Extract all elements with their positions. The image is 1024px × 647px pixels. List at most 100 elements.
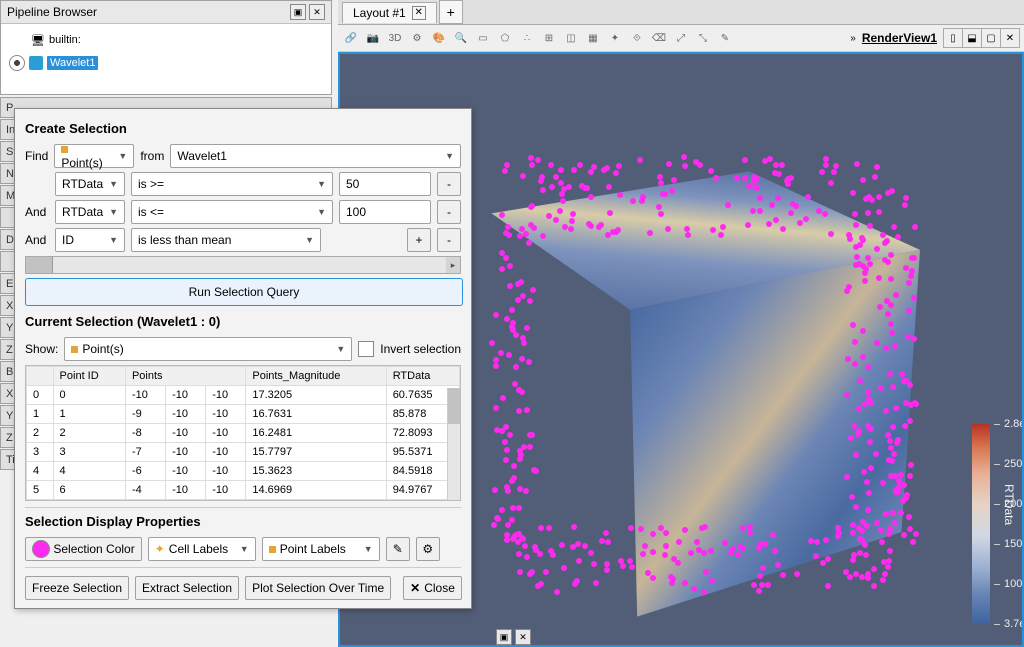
- freeze-selection-button[interactable]: Freeze Selection: [25, 576, 129, 600]
- from-source-combo[interactable]: Wavelet1▼: [170, 144, 461, 168]
- value-input[interactable]: 50: [339, 172, 431, 196]
- split-v-icon[interactable]: ⬓: [962, 29, 981, 47]
- adjust-icon[interactable]: ⚙: [408, 29, 426, 47]
- selection-point: [571, 524, 577, 530]
- sel-block-icon[interactable]: ▦: [584, 29, 602, 47]
- sel-cells-icon[interactable]: ⊞: [540, 29, 558, 47]
- zoom-icon[interactable]: 🔍: [452, 29, 470, 47]
- selection-point: [526, 359, 532, 365]
- tab-close-icon[interactable]: ✕: [412, 6, 426, 20]
- selection-point: [908, 462, 914, 468]
- table-row[interactable]: 56-4-10-1014.696994.9767: [27, 481, 460, 500]
- selection-point: [575, 541, 581, 547]
- selection-point: [509, 517, 515, 523]
- table-row[interactable]: 11-9-10-1016.763185.878: [27, 405, 460, 424]
- selection-point: [864, 479, 870, 485]
- col-points[interactable]: Points: [125, 367, 245, 386]
- remove-row-button[interactable]: -: [437, 172, 461, 196]
- remove-row-button[interactable]: -: [437, 200, 461, 224]
- sel-interactive-icon[interactable]: ✦: [606, 29, 624, 47]
- table-row[interactable]: 22-8-10-1016.248172.8093: [27, 424, 460, 443]
- selection-point: [873, 451, 879, 457]
- selection-point: [788, 210, 794, 216]
- maximize-icon[interactable]: ▢: [981, 29, 1000, 47]
- label-font-button[interactable]: ✎: [386, 537, 410, 561]
- table-row[interactable]: 33-7-10-1015.779795.5371: [27, 443, 460, 462]
- close-icon[interactable]: ✕: [309, 4, 325, 20]
- status-icon[interactable]: ▣: [496, 629, 512, 645]
- selection-point: [891, 451, 897, 457]
- cell-labels-combo[interactable]: ✦Cell Labels▼: [148, 537, 256, 561]
- sel-rect-icon[interactable]: ▭: [474, 29, 492, 47]
- field-combo[interactable]: RTData▼: [55, 172, 125, 196]
- col-rtdata[interactable]: RTData: [386, 367, 459, 386]
- selection-point: [756, 545, 762, 551]
- selection-point: [663, 543, 669, 549]
- selection-point: [853, 452, 859, 458]
- link-icon[interactable]: 🔗: [342, 29, 360, 47]
- field-combo[interactable]: RTData▼: [55, 200, 125, 224]
- sel-grow-icon[interactable]: ⤢: [672, 29, 690, 47]
- selection-point: [899, 371, 905, 377]
- selection-point: [517, 569, 523, 575]
- selection-point: [688, 550, 694, 556]
- selection-point: [895, 234, 901, 240]
- value-input[interactable]: 100: [339, 200, 431, 224]
- sel-frustum-icon[interactable]: ◫: [562, 29, 580, 47]
- v-scrollbar[interactable]: [447, 388, 460, 500]
- add-row-button[interactable]: +: [407, 228, 431, 252]
- wand-icon[interactable]: ✎: [716, 29, 734, 47]
- label-settings-button[interactable]: ⚙: [416, 537, 440, 561]
- selection-point: [867, 439, 873, 445]
- remove-row-button[interactable]: -: [437, 228, 461, 252]
- h-scrollbar[interactable]: ◂▸: [25, 256, 461, 274]
- table-row[interactable]: 44-6-10-1015.362384.5918: [27, 462, 460, 481]
- col-index[interactable]: [27, 367, 54, 386]
- table-row[interactable]: 00-10-10-1017.320560.7635: [27, 386, 460, 405]
- visibility-eye-icon[interactable]: [9, 55, 25, 71]
- mode-3d-button[interactable]: 3D: [386, 29, 404, 47]
- run-selection-query-button[interactable]: Run Selection Query: [25, 278, 463, 306]
- selection-point: [663, 530, 669, 536]
- selection-color-button[interactable]: Selection Color: [25, 537, 142, 561]
- col-mag[interactable]: Points_Magnitude: [246, 367, 386, 386]
- render-view-name[interactable]: RenderView1: [862, 31, 937, 45]
- layout-tab[interactable]: Layout #1 ✕: [342, 2, 437, 23]
- camera-icon[interactable]: 📷: [364, 29, 382, 47]
- close-button[interactable]: ✕Close: [403, 576, 462, 600]
- selection-point: [493, 405, 499, 411]
- selection-point: [524, 554, 530, 560]
- close-view-icon[interactable]: ✕: [1000, 29, 1019, 47]
- selection-table[interactable]: Point ID Points Points_Magnitude RTData …: [25, 365, 461, 501]
- pipeline-browser-panel: Pipeline Browser ▣ ✕ 🖥 builtin: Wavelet1: [0, 0, 332, 95]
- color-legend[interactable]: 2.8e+02 250 200 150 100 3.7e+01: [972, 424, 990, 624]
- palette-icon[interactable]: 🎨: [430, 29, 448, 47]
- selection-point: [860, 354, 866, 360]
- pipeline-root[interactable]: 🖥 builtin:: [9, 30, 323, 50]
- status-close-icon[interactable]: ✕: [515, 629, 531, 645]
- col-point-id[interactable]: Point ID: [53, 367, 125, 386]
- op-combo[interactable]: is less than mean▼: [131, 228, 321, 252]
- selection-point: [513, 364, 519, 370]
- op-combo[interactable]: is <=▼: [131, 200, 333, 224]
- find-type-combo[interactable]: Point(s)▼: [54, 144, 134, 168]
- pipeline-item-wavelet[interactable]: Wavelet1: [9, 53, 323, 73]
- op-combo[interactable]: is >=▼: [131, 172, 333, 196]
- selection-point: [535, 157, 541, 163]
- sel-clear-icon[interactable]: ⌫: [650, 29, 668, 47]
- point-labels-combo[interactable]: Point Labels▼: [262, 537, 380, 561]
- sel-shrink-icon[interactable]: ⤡: [694, 29, 712, 47]
- extract-selection-button[interactable]: Extract Selection: [135, 576, 239, 600]
- sel-hover-icon[interactable]: ⟐: [628, 29, 646, 47]
- split-h-icon[interactable]: ▯: [944, 29, 962, 47]
- show-combo[interactable]: Point(s)▼: [64, 337, 352, 361]
- field-combo[interactable]: ID▼: [55, 228, 125, 252]
- undock-icon[interactable]: ▣: [290, 4, 306, 20]
- sel-points-icon[interactable]: ∴: [518, 29, 536, 47]
- plot-over-time-button[interactable]: Plot Selection Over Time: [245, 576, 391, 600]
- selection-point: [770, 532, 776, 538]
- add-tab-button[interactable]: +: [439, 0, 463, 24]
- sel-poly-icon[interactable]: ⬠: [496, 29, 514, 47]
- invert-checkbox[interactable]: [358, 341, 374, 357]
- cell: 14.6969: [246, 481, 386, 500]
